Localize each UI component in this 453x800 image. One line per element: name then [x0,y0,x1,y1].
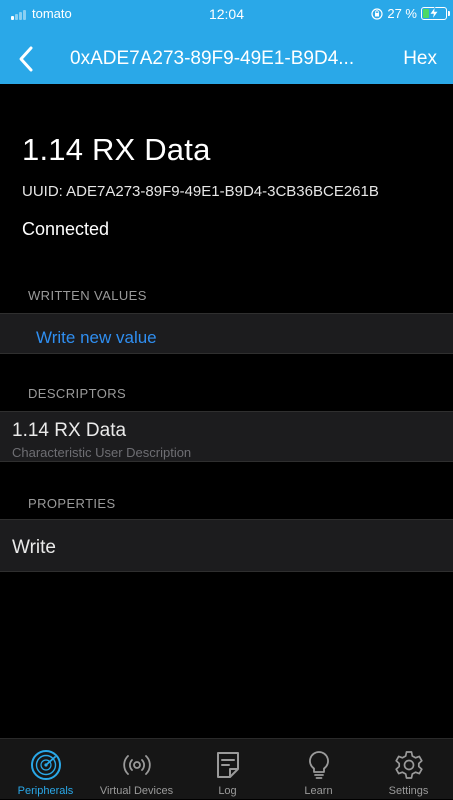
characteristic-uuid: UUID: ADE7A273-89F9-49E1-B9D4-3CB36BCE26… [22,183,379,200]
tab-label: Peripherals [17,785,74,797]
tab-settings[interactable]: Settings [364,739,453,800]
hex-toggle-button[interactable]: Hex [403,48,437,70]
connection-status: Connected [22,219,110,239]
gear-icon [394,751,423,779]
write-new-value-link[interactable]: Write new value [36,328,157,348]
battery-charging-icon [421,6,450,20]
properties-header: PROPERTIES [28,496,116,511]
app-header: tomato 12:04 27 % 0xADE7A273-89F9-49E1-B… [0,0,453,84]
log-icon [216,752,239,778]
tab-label: Virtual Devices [99,785,174,797]
lightbulb-icon [308,751,329,779]
orientation-lock-icon [371,7,383,20]
characteristic-name: 1.14 RX Data [22,132,211,167]
write-new-value-row[interactable]: Write new value [0,313,453,354]
tab-label: Settings [388,785,429,797]
descriptor-row[interactable]: 1.14 RX Data Characteristic User Descrip… [0,411,453,462]
tab-peripherals[interactable]: Peripherals [0,739,91,800]
descriptors-header: DESCRIPTORS [28,386,127,401]
tab-label: Log [218,785,237,797]
property-label: Write [12,537,56,558]
tab-learn[interactable]: Learn [273,739,364,800]
nav-title: 0xADE7A273-89F9-49E1-B9D4... [70,48,355,69]
tab-log[interactable]: Log [182,739,273,800]
back-button[interactable] [14,44,40,74]
descriptor-subtitle: Characteristic User Description [12,445,192,460]
status-bar: tomato 12:04 27 % [0,0,453,30]
broadcast-icon [122,755,151,775]
navigation-bar: 0xADE7A273-89F9-49E1-B9D4... Hex [0,36,453,84]
chevron-left-icon [19,46,33,72]
status-right: 27 % [371,6,450,21]
property-row: Write [0,519,453,572]
radar-icon [30,750,61,780]
written-values-header: WRITTEN VALUES [28,288,147,303]
battery-percent: 27 % [387,6,417,21]
tab-bar: Peripherals Virtual Devices Log Learn Se… [0,738,453,799]
tab-label: Learn [304,785,333,797]
tab-virtual-devices[interactable]: Virtual Devices [91,739,182,800]
descriptor-title: 1.14 RX Data [12,420,127,441]
